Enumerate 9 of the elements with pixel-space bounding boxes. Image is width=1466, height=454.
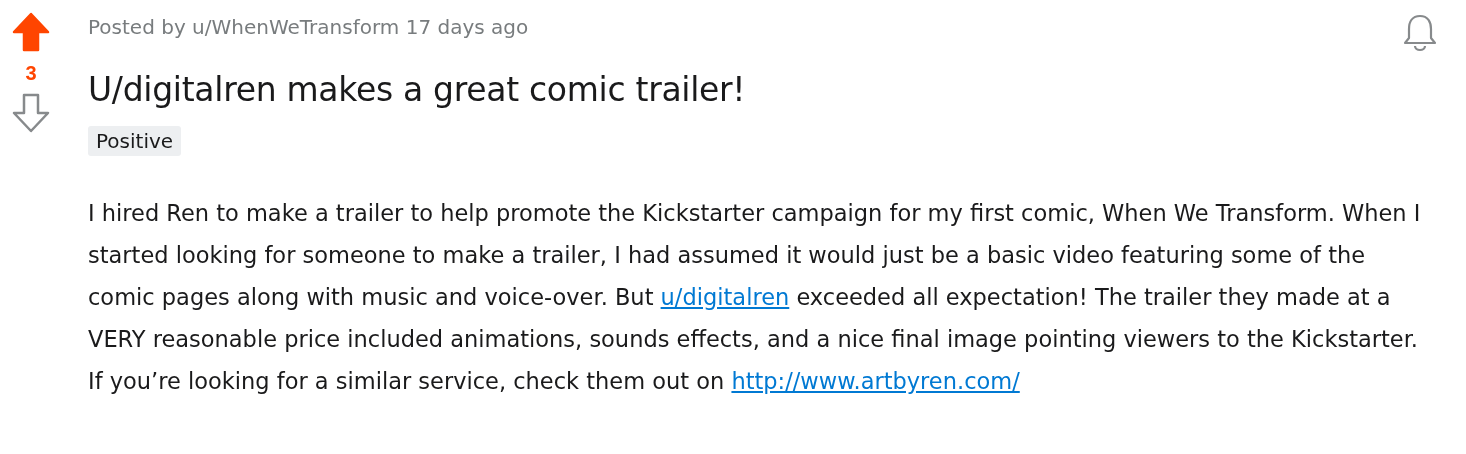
post-byline: Posted by u/WhenWeTransform 17 days ago — [88, 15, 529, 39]
vote-count: 3 — [25, 62, 37, 85]
downvote-icon[interactable] — [11, 93, 51, 133]
post-link[interactable]: u/digitalren — [660, 284, 790, 310]
post-flair[interactable]: Positive — [88, 126, 182, 156]
post-link[interactable]: http://www.artbyren.com/ — [731, 368, 1020, 394]
post-body: I hired Ren to make a trailer to help promote the Kickstarter campaign for my first comic, When We Transform. When I started looking for someone to make a trailer, I had assumed it would just be a basic video featuring some of the comic pages along with music and voice-over. But u/digitalren exceeded all expectation! The trailer they made at a VERY reasonable price included animations, sounds effects, and a nice final image pointing viewers to the Kickstarter. If you’re looking for a similar service, check them out on http://www.artbyren.com/ — [88, 199, 1422, 396]
upvote-icon[interactable] — [11, 12, 51, 52]
post-title[interactable]: U/digitalren makes a great comic trailer! — [88, 70, 1446, 109]
